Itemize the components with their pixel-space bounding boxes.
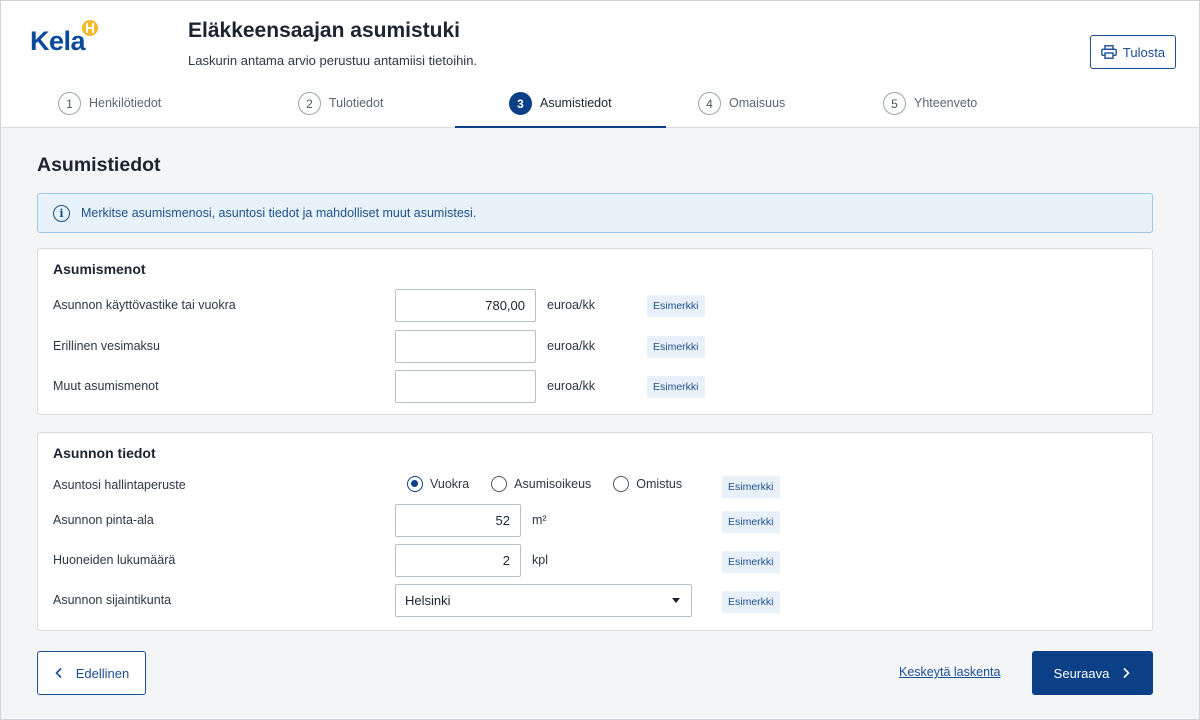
step-tulotiedot[interactable]: 2 Tulotiedot [298, 92, 383, 128]
rent-unit: euroa/kk [547, 298, 595, 312]
tenure-option-vuokra[interactable]: Vuokra [407, 476, 469, 492]
water-input[interactable] [395, 330, 536, 363]
step-number: 5 [883, 92, 906, 115]
municipality-label: Asunnon sijaintikunta [53, 593, 172, 607]
caret-down-icon [672, 598, 680, 603]
other-costs-input[interactable] [395, 370, 536, 403]
next-button[interactable]: Seuraava [1032, 651, 1153, 695]
rent-example-link[interactable]: Esimerkki [647, 295, 705, 317]
radio-selected-icon[interactable] [407, 476, 423, 492]
radio-label: Asumisoikeus [514, 477, 592, 491]
tenure-example-link[interactable]: Esimerkki [722, 476, 780, 498]
cancel-calculation-link[interactable]: Keskeytä laskenta [899, 665, 1000, 679]
rent-input[interactable] [395, 289, 536, 322]
other-costs-label: Muut asumismenot [53, 379, 159, 393]
step-omaisuus[interactable]: 4 Omaisuus [698, 92, 785, 128]
active-step-indicator [455, 126, 666, 128]
rooms-example-link[interactable]: Esimerkki [722, 551, 780, 573]
page-title: Asumistiedot [37, 154, 161, 176]
radio-label: Vuokra [430, 477, 470, 491]
rooms-label: Huoneiden lukumäärä [53, 553, 176, 567]
municipality-select[interactable]: Helsinki [395, 584, 692, 617]
print-button[interactable]: Tulosta [1090, 35, 1176, 69]
radio-unselected-icon[interactable] [613, 476, 630, 492]
housing-info-card: Asunnon tiedot Asuntosi hallintaperuste … [37, 432, 1153, 631]
municipality-value: Helsinki [405, 593, 451, 608]
other-costs-example-link[interactable]: Esimerkki [647, 376, 705, 398]
tenure-option-asumisoikeus[interactable]: Asumisoikeus [491, 476, 591, 492]
housing-costs-card: Asumismenot Asunnon käyttövastike tai vu… [37, 248, 1153, 415]
step-label: Omaisuus [729, 96, 786, 110]
previous-label: Edellinen [75, 665, 130, 681]
area-unit: m² [532, 513, 547, 527]
water-label: Erillinen vesimaksu [53, 339, 160, 353]
rooms-unit: kpl [532, 553, 548, 567]
step-label: Yhteenveto [914, 96, 978, 110]
kela-logo[interactable]: Kela [30, 20, 100, 60]
radio-unselected-icon[interactable] [491, 476, 508, 492]
step-label: Tulotiedot [329, 96, 384, 110]
other-costs-unit: euroa/kk [547, 379, 595, 393]
water-example-link[interactable]: Esimerkki [647, 336, 705, 358]
step-henkilotiedot[interactable]: 1 Henkilötiedot [58, 92, 161, 128]
chevron-right-icon [1123, 667, 1130, 679]
info-icon: i [53, 204, 70, 222]
tenure-option-omistus[interactable]: Omistus [613, 476, 682, 492]
logo-mark-icon [82, 20, 98, 36]
app-title: Eläkkeensaajan asumistuki [188, 19, 460, 42]
tenure-radio-group: Vuokra Asumisoikeus Omistus [407, 476, 682, 492]
housing-info-title: Asunnon tiedot [53, 445, 156, 461]
housing-costs-title: Asumismenot [53, 261, 146, 277]
rent-label: Asunnon käyttövastike tai vuokra [53, 298, 236, 312]
step-yhteenveto[interactable]: 5 Yhteenveto [883, 92, 977, 128]
info-banner: i Merkitse asumismenosi, asuntosi tiedot… [37, 193, 1153, 233]
water-unit: euroa/kk [547, 339, 595, 353]
step-number: 3 [509, 92, 532, 115]
previous-button[interactable]: Edellinen [37, 651, 146, 695]
header: Kela Eläkkeensaajan asumistuki Laskurin … [1, 1, 1199, 128]
print-label: Tulosta [1122, 44, 1166, 60]
step-number: 4 [698, 92, 721, 115]
rooms-input[interactable] [395, 544, 521, 577]
logo-text: Kela [30, 26, 86, 56]
tenure-label: Asuntosi hallintaperuste [53, 478, 186, 492]
chevron-left-icon [55, 667, 62, 679]
step-label: Henkilötiedot [89, 96, 162, 110]
info-text: Merkitse asumismenosi, asuntosi tiedot j… [81, 206, 477, 220]
step-label: Asumistiedot [540, 96, 612, 110]
next-label: Seuraava [1053, 665, 1110, 681]
area-example-link[interactable]: Esimerkki [722, 511, 780, 533]
step-number: 1 [58, 92, 81, 115]
printer-icon [1101, 45, 1117, 59]
area-input[interactable] [395, 504, 521, 537]
radio-label: Omistus [636, 477, 683, 491]
area-label: Asunnon pinta-ala [53, 513, 154, 527]
app-subtitle: Laskurin antama arvio perustuu antamiisi… [188, 53, 478, 68]
step-asumistiedot[interactable]: 3 Asumistiedot [509, 92, 612, 128]
stepper: 1 Henkilötiedot 2 Tulotiedot 3 Asumistie… [1, 92, 1199, 128]
municipality-example-link[interactable]: Esimerkki [722, 591, 780, 613]
step-number: 2 [298, 92, 321, 115]
